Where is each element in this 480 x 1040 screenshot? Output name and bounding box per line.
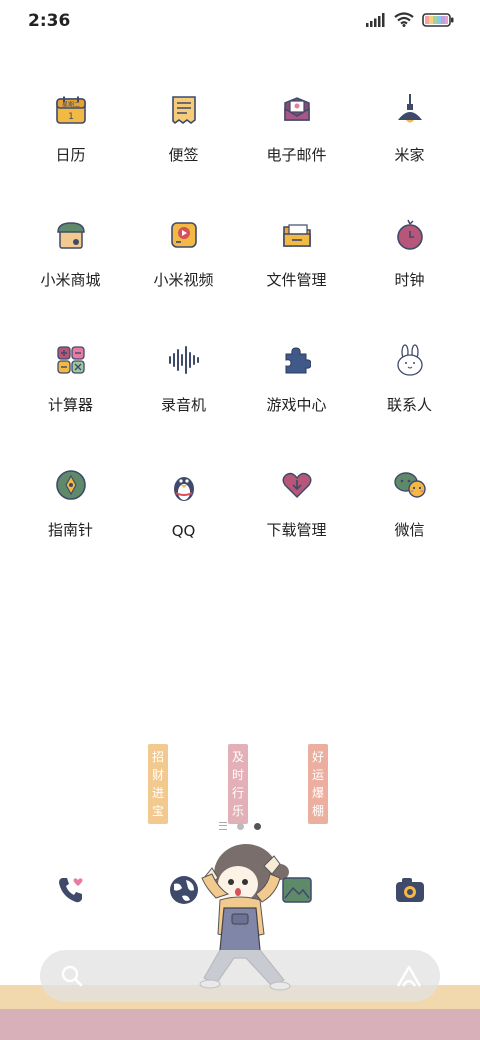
wifi-icon: [394, 12, 414, 27]
battery-icon: [422, 12, 454, 27]
app-calculator[interactable]: 计算器: [14, 342, 127, 415]
app-email[interactable]: 电子邮件: [240, 92, 353, 165]
app-label: 电子邮件: [266, 146, 327, 164]
page-indicator[interactable]: [0, 822, 480, 830]
store-icon: [50, 217, 92, 253]
calculator-icon: [50, 342, 92, 378]
page-list-icon: [219, 822, 227, 830]
app-label: 日历: [55, 146, 86, 164]
app-qq[interactable]: QQ: [127, 467, 240, 540]
wallpaper-banner-middle: 及时行乐: [228, 744, 248, 824]
dock-phone[interactable]: [49, 868, 93, 912]
app-mi-store[interactable]: 小米商城: [14, 217, 127, 290]
app-game-center[interactable]: 游戏中心: [240, 342, 353, 415]
dock: [0, 868, 480, 916]
app-wechat[interactable]: 微信: [353, 467, 466, 540]
app-mi-video[interactable]: 小米视频: [127, 217, 240, 290]
dock-gallery[interactable]: [275, 868, 319, 912]
recorder-icon: [163, 342, 205, 378]
search-icon: [61, 965, 83, 987]
penguin-icon: [163, 467, 205, 506]
search-bar[interactable]: [40, 950, 440, 1002]
calendar-icon: 星期二 1: [50, 92, 92, 128]
phone-icon: [59, 878, 83, 903]
bunny-icon: [389, 342, 431, 378]
svg-text:1: 1: [68, 112, 74, 122]
gallery-icon: [282, 877, 312, 903]
app-contacts[interactable]: 联系人: [353, 342, 466, 415]
app-compass[interactable]: 指南针: [14, 467, 127, 540]
app-label: 微信: [394, 521, 425, 539]
download-heart-icon: [276, 467, 318, 503]
notes-icon: [163, 92, 205, 128]
dock-browser[interactable]: [162, 868, 206, 912]
svg-text:星期二: 星期二: [61, 101, 79, 109]
app-mijia[interactable]: 米家: [353, 92, 466, 165]
page-dot-active: [254, 822, 261, 830]
app-label: 时钟: [394, 271, 425, 289]
app-recorder[interactable]: 录音机: [127, 342, 240, 415]
app-label: 游戏中心: [266, 396, 327, 414]
browser-globe-icon: [170, 876, 198, 904]
puzzle-icon: [276, 342, 318, 378]
app-files[interactable]: 文件管理: [240, 217, 353, 290]
app-label: 录音机: [160, 396, 206, 414]
app-notes[interactable]: 便签: [127, 92, 240, 165]
app-label: 小米商城: [40, 271, 101, 289]
dock-camera[interactable]: [388, 868, 432, 912]
app-label: 文件管理: [266, 271, 327, 289]
chat-icon: [389, 467, 431, 503]
app-grid: 星期二 1 日历 便签 电子邮件 米家 小米商城 小米视频 文件管理 时钟 计算…: [14, 92, 466, 540]
app-label: 计算器: [47, 396, 93, 414]
lamp-icon: [389, 92, 431, 128]
video-icon: [163, 217, 205, 253]
app-label: 指南针: [47, 521, 93, 539]
app-calendar[interactable]: 星期二 1 日历: [14, 92, 127, 165]
email-icon: [276, 92, 318, 128]
wallpaper-banner-left: 招财进宝: [148, 744, 168, 824]
voice-assistant-icon[interactable]: [396, 964, 422, 988]
clock-icon: [389, 217, 431, 253]
app-label: QQ: [171, 522, 196, 540]
status-bar: 2:36: [0, 0, 480, 42]
app-downloads[interactable]: 下载管理: [240, 467, 353, 540]
status-icons: [366, 12, 454, 27]
wallpaper-ground-lower: [0, 1009, 480, 1040]
app-label: 联系人: [386, 396, 432, 414]
folder-icon: [276, 217, 318, 253]
signal-icon: [366, 12, 385, 27]
wallpaper-banner-right: 好运爆棚: [308, 744, 328, 824]
app-label: 下载管理: [266, 521, 327, 539]
status-time: 2:36: [28, 11, 71, 31]
app-label: 便签: [168, 146, 199, 164]
app-clock[interactable]: 时钟: [353, 217, 466, 290]
app-label: 米家: [394, 146, 425, 164]
page-dot: [237, 822, 244, 830]
compass-icon: [50, 467, 92, 503]
camera-icon: [396, 878, 424, 902]
app-label: 小米视频: [153, 271, 214, 289]
